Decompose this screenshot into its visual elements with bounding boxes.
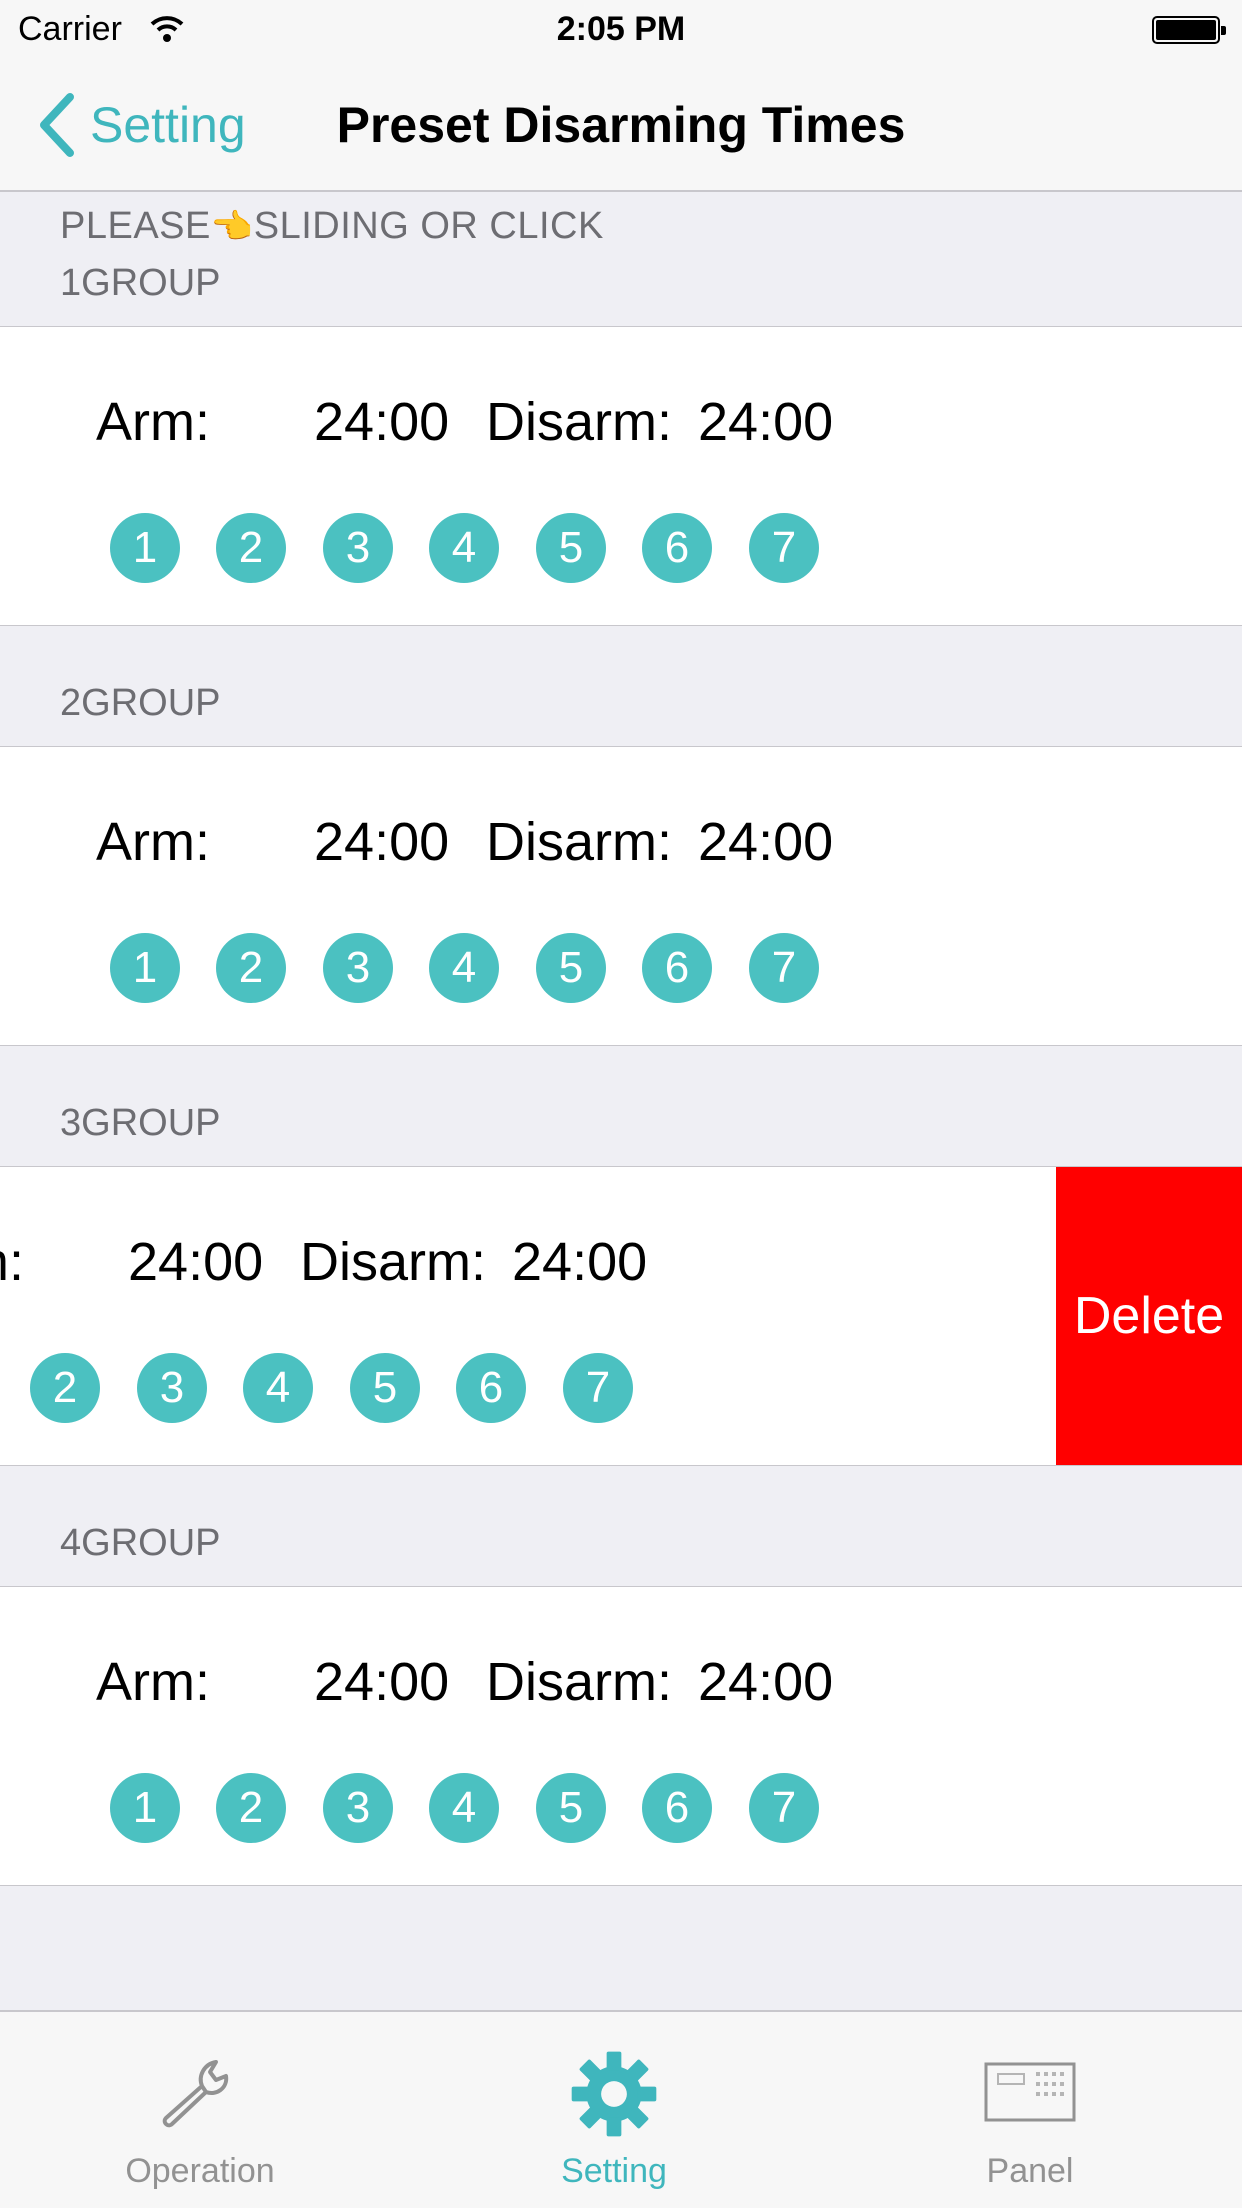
gear-icon xyxy=(571,2051,657,2137)
delete-button[interactable]: Delete xyxy=(1056,1167,1242,1465)
wrench-icon xyxy=(162,2060,229,2128)
arm-time[interactable]: 24:00 xyxy=(314,1651,449,1713)
battery-icon xyxy=(1152,16,1226,44)
disarm-label: Disarm: xyxy=(486,392,672,452)
group-row[interactable]: Arm: 24:00 Disarm: 24:00 1 2 3 4 5 6 7 xyxy=(0,326,1242,626)
group-header: 2GROUP xyxy=(60,682,221,724)
group-header: 1GROUP xyxy=(60,262,221,304)
day-6-button[interactable]: 6 xyxy=(642,933,712,1003)
navigation-bar: Setting Preset Disarming Times xyxy=(0,60,1242,192)
tab-operation-label: Operation xyxy=(125,2152,275,2190)
group-row-content: Arm: 24:00 Disarm: 24:00 1 2 3 4 5 6 7 xyxy=(0,1587,1242,1885)
disarm-time[interactable]: 24:00 xyxy=(698,391,833,453)
day-6-button[interactable]: 6 xyxy=(642,1773,712,1843)
day-7-button[interactable]: 7 xyxy=(749,513,819,583)
day-5-button[interactable]: 5 xyxy=(536,513,606,583)
day-1-button[interactable]: 1 xyxy=(110,513,180,583)
disarm-label: Disarm: xyxy=(486,812,672,872)
tab-bar: Operation Setting Panel xyxy=(0,2010,1242,2208)
disarm-label: Disarm: xyxy=(486,1652,672,1712)
day-5-button[interactable]: 5 xyxy=(536,1773,606,1843)
day-7-button[interactable]: 7 xyxy=(563,1353,633,1423)
day-4-button[interactable]: 4 xyxy=(429,933,499,1003)
arm-time[interactable]: 24:00 xyxy=(314,391,449,453)
group-row-swiped[interactable]: Arm: 24:00 Disarm: 24:00 1 2 3 4 5 6 7 D… xyxy=(0,1166,1242,1466)
tab-operation[interactable]: Operation xyxy=(50,2012,350,2208)
tab-panel-label: Panel xyxy=(986,2152,1074,2190)
arm-label: Arm: xyxy=(96,812,210,872)
group-header: 4GROUP xyxy=(60,1522,221,1564)
day-3-button[interactable]: 3 xyxy=(323,513,393,583)
group-row[interactable]: Arm: 24:00 Disarm: 24:00 1 2 3 4 5 6 7 xyxy=(0,746,1242,1046)
disarm-time[interactable]: 24:00 xyxy=(512,1231,647,1293)
day-5-button[interactable]: 5 xyxy=(350,1353,420,1423)
group-header: 3GROUP xyxy=(60,1102,221,1144)
tab-setting[interactable]: Setting xyxy=(464,2012,764,2208)
hint-text-start: PLEASE xyxy=(60,205,211,247)
hint-text-end: SLIDING OR CLICK xyxy=(253,205,604,247)
day-2-button[interactable]: 2 xyxy=(30,1353,100,1423)
day-3-button[interactable]: 3 xyxy=(323,1773,393,1843)
day-6-button[interactable]: 6 xyxy=(456,1353,526,1423)
swipe-hint: PLEASE👈SLIDING OR CLICK xyxy=(60,205,604,248)
day-4-button[interactable]: 4 xyxy=(243,1353,313,1423)
day-1-button[interactable]: 1 xyxy=(110,1773,180,1843)
arm-label: Arm: xyxy=(0,1232,24,1292)
status-time: 2:05 PM xyxy=(556,10,686,48)
day-6-button[interactable]: 6 xyxy=(642,513,712,583)
day-3-button[interactable]: 3 xyxy=(137,1353,207,1423)
group-row-content: Arm: 24:00 Disarm: 24:00 1 2 3 4 5 6 7 xyxy=(0,1167,1056,1465)
disarm-time[interactable]: 24:00 xyxy=(698,811,833,873)
group-row-content: Arm: 24:00 Disarm: 24:00 1 2 3 4 5 6 7 xyxy=(0,327,1242,625)
pointing-hand-icon: 👈 xyxy=(210,208,254,246)
tab-setting-label: Setting xyxy=(561,2152,667,2190)
disarm-time[interactable]: 24:00 xyxy=(698,1651,833,1713)
status-bar: Carrier 2:05 PM xyxy=(0,0,1242,60)
arm-label: Arm: xyxy=(96,392,210,452)
day-4-button[interactable]: 4 xyxy=(429,1773,499,1843)
group-row-content: Arm: 24:00 Disarm: 24:00 1 2 3 4 5 6 7 xyxy=(0,747,1242,1045)
group-row[interactable]: Arm: 24:00 Disarm: 24:00 1 2 3 4 5 6 7 xyxy=(0,1586,1242,1886)
day-1-button[interactable]: 1 xyxy=(110,933,180,1003)
day-4-button[interactable]: 4 xyxy=(429,513,499,583)
day-2-button[interactable]: 2 xyxy=(216,1773,286,1843)
disarm-label: Disarm: xyxy=(300,1232,486,1292)
day-2-button[interactable]: 2 xyxy=(216,933,286,1003)
arm-time[interactable]: 24:00 xyxy=(128,1231,263,1293)
page-title: Preset Disarming Times xyxy=(336,97,906,153)
day-3-button[interactable]: 3 xyxy=(323,933,393,1003)
day-7-button[interactable]: 7 xyxy=(749,933,819,1003)
arm-label: Arm: xyxy=(96,1652,210,1712)
panel-icon xyxy=(984,2062,1076,2122)
arm-time[interactable]: 24:00 xyxy=(314,811,449,873)
day-2-button[interactable]: 2 xyxy=(216,513,286,583)
day-7-button[interactable]: 7 xyxy=(749,1773,819,1843)
tab-panel[interactable]: Panel xyxy=(880,2012,1180,2208)
day-5-button[interactable]: 5 xyxy=(536,933,606,1003)
